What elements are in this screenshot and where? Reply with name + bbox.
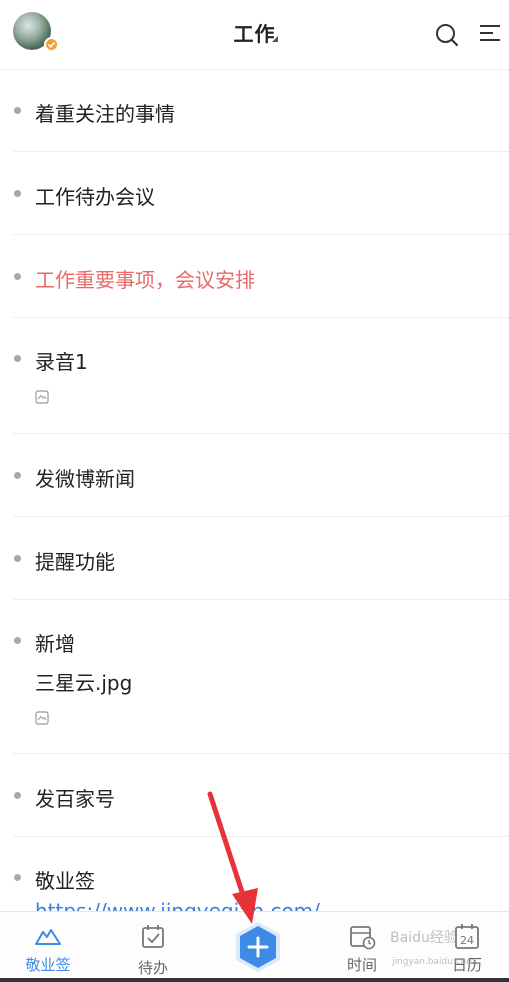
bullet-icon [14, 355, 21, 362]
bullet-icon [14, 792, 21, 799]
item-text-line2: 三星云.jpg [35, 671, 133, 695]
tab-time[interactable]: 时间 [324, 912, 400, 982]
list-item[interactable]: 发微博新闻 [13, 434, 509, 517]
item-text: 工作重要事项，会议安排 [35, 268, 255, 292]
tab-jingyeqian[interactable]: 敬业签 [10, 912, 86, 982]
attachment-icon [35, 390, 49, 404]
bullet-icon [14, 472, 21, 479]
item-text: 敬业签 [35, 869, 95, 893]
page-title[interactable]: 工作 [234, 22, 276, 46]
list-item[interactable]: 工作重要事项，会议安排 [13, 235, 509, 318]
checklist-icon [142, 925, 164, 948]
category-selector[interactable]: 工作 [0, 18, 509, 47]
item-text: 提醒功能 [35, 550, 115, 574]
bullet-icon [14, 555, 21, 562]
tab-calendar[interactable]: 24 日历 [429, 912, 505, 982]
item-text: 录音1 [35, 350, 88, 374]
add-note-button[interactable] [233, 920, 283, 974]
bottom-edge [0, 978, 509, 982]
item-text: 发微博新闻 [35, 467, 135, 491]
item-text: 工作待办会议 [35, 185, 155, 209]
bullet-icon [14, 107, 21, 114]
caret-down-icon [272, 36, 278, 42]
list-item[interactable]: 工作待办会议 [13, 152, 509, 235]
watermark: Baidu经验 [390, 930, 458, 946]
tab-label: 待办 [137, 959, 168, 977]
bullet-icon [14, 190, 21, 197]
bullet-icon [14, 874, 21, 881]
list-item[interactable]: 新增 三星云.jpg [13, 600, 509, 754]
list-item[interactable]: 着重关注的事情 [13, 70, 509, 152]
list-item[interactable]: 录音1 [13, 318, 509, 434]
calendar-clock-icon [350, 926, 376, 950]
item-text: 新增 [35, 632, 75, 656]
list-item[interactable]: 敬业签 https://www.jingyeqian.com/ [13, 837, 509, 911]
list-item[interactable]: 发百家号 [13, 754, 509, 837]
watermark-sub: jingyan.baidu.com [392, 957, 476, 967]
bullet-icon [14, 637, 21, 644]
bullet-icon [14, 273, 21, 280]
calendar-day: 24 [460, 934, 474, 947]
item-link[interactable]: https://www.jingyeqian.com/ [35, 899, 320, 911]
top-bar: 工作 [0, 0, 509, 70]
mountain-icon [35, 929, 61, 945]
tab-label: 敬业签 [25, 956, 71, 974]
tab-todo[interactable]: 待办 [115, 912, 191, 982]
search-icon[interactable] [434, 22, 460, 48]
list-item[interactable]: 提醒功能 [13, 517, 509, 600]
menu-icon[interactable] [478, 22, 502, 46]
item-text: 着重关注的事情 [35, 102, 175, 126]
item-text: 发百家号 [35, 787, 115, 811]
attachment-icon [35, 711, 49, 725]
tab-label: 时间 [346, 956, 377, 974]
